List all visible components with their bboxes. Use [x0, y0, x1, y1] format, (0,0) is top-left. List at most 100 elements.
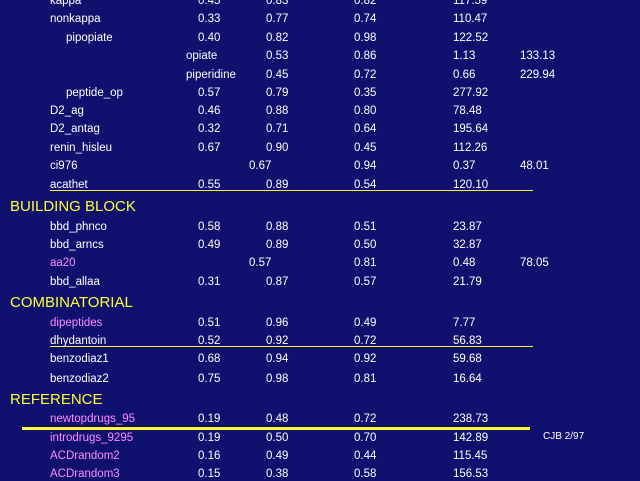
- row-value-4: 122.52: [453, 32, 489, 44]
- row-label: opiate: [186, 50, 218, 62]
- row-label: benzodiaz1: [50, 353, 109, 365]
- row-value-3: 0.92: [354, 353, 377, 365]
- row-value-3: 0.49: [354, 317, 377, 329]
- row-value-4: 21.79: [453, 276, 482, 288]
- row-label: benzodiaz2: [50, 373, 109, 385]
- row-value-4: 7.77: [453, 317, 476, 329]
- row-value-4: 156.53: [453, 468, 489, 480]
- row-value-4: 195.64: [453, 123, 489, 135]
- row-value-2: 0.94: [266, 353, 289, 365]
- row-value-4: 78.48: [453, 105, 482, 117]
- row-value-4: 120.10: [453, 179, 489, 191]
- row-value-5: 48.01: [520, 160, 549, 172]
- row-value-2: 0.48: [266, 413, 289, 425]
- row-value-1: 0.15: [198, 468, 221, 480]
- row-value-3: 0.86: [354, 50, 377, 62]
- row-label: dipeptides: [50, 317, 103, 329]
- row-value-3: 0.81: [354, 257, 377, 269]
- row-value-4: 16.64: [453, 373, 482, 385]
- row-label: kappa: [50, 0, 82, 7]
- row-label: renin_hisleu: [50, 142, 113, 154]
- row-value-1: 0.67: [198, 142, 221, 154]
- row-value-2: 0.77: [266, 13, 289, 25]
- row-value-2: 0.50: [266, 432, 289, 444]
- row-value-4: 1.13: [453, 50, 476, 62]
- divider-reference: [22, 427, 530, 430]
- row-label: aa20: [50, 257, 76, 269]
- row-value-1: 0.16: [198, 450, 221, 462]
- row-value-4: 238.73: [453, 413, 489, 425]
- row-label: acathet: [50, 179, 88, 191]
- row-value-4: 112.26: [453, 142, 488, 154]
- row-value-1: 0.51: [198, 317, 221, 329]
- row-value-2: 0.38: [266, 468, 289, 480]
- row-label: piperidine: [186, 69, 236, 81]
- row-value-3: 0.72: [354, 69, 377, 81]
- row-value-4: 23.87: [453, 221, 482, 233]
- row-value-4: 0.37: [453, 160, 476, 172]
- row-label: introdrugs_9295: [50, 432, 134, 444]
- row-label: bbd_arncs: [50, 239, 104, 251]
- footer-note: CJB 2/97: [543, 431, 585, 442]
- row-value-3: 0.35: [354, 87, 377, 99]
- section-reference: REFERENCE: [10, 391, 103, 408]
- row-value-1: 0.40: [198, 32, 221, 44]
- row-value-1: 0.52: [198, 335, 221, 347]
- row-value-2: 0.89: [266, 239, 289, 251]
- row-value-2: 0.88: [266, 105, 289, 117]
- row-value-4: 117.59: [453, 0, 488, 7]
- row-value-2: 0.87: [266, 276, 289, 288]
- row-value-2: 0.57: [249, 257, 272, 269]
- row-value-3: 0.51: [354, 221, 377, 233]
- row-value-4: 32.87: [453, 239, 482, 251]
- row-value-4: 59.68: [453, 353, 482, 365]
- row-value-3: 0.57: [354, 276, 377, 288]
- row-value-1: 0.19: [198, 432, 221, 444]
- row-value-4: 277.92: [453, 87, 489, 99]
- row-value-2: 0.82: [266, 32, 289, 44]
- row-value-2: 0.49: [266, 450, 289, 462]
- row-value-2: 0.71: [266, 123, 289, 135]
- row-label: ACDrandom2: [50, 450, 120, 462]
- row-label: newtopdrugs_95: [50, 413, 136, 425]
- row-label: D2_antag: [50, 123, 100, 135]
- row-value-5: 78.05: [520, 257, 549, 269]
- row-value-2: 0.88: [266, 221, 289, 233]
- row-value-3: 0.70: [354, 432, 377, 444]
- row-value-4: 115.45: [453, 450, 488, 462]
- row-value-4: 0.48: [453, 257, 476, 269]
- row-value-2: 0.83: [266, 0, 289, 7]
- row-value-1: 0.55: [198, 179, 221, 191]
- row-label: pipopiate: [66, 32, 113, 44]
- row-value-4: 0.66: [453, 69, 476, 81]
- row-value-3: 0.54: [354, 179, 377, 191]
- row-value-1: 0.58: [198, 221, 221, 233]
- row-value-3: 0.82: [354, 0, 377, 7]
- row-value-2: 0.67: [249, 160, 272, 172]
- row-label: peptide_op: [66, 87, 123, 99]
- row-value-3: 0.64: [354, 123, 377, 135]
- row-label: bbd_allaa: [50, 276, 100, 288]
- row-label: ACDrandom3: [50, 468, 120, 480]
- row-value-2: 0.98: [266, 373, 289, 385]
- row-value-4: 142.89: [453, 432, 489, 444]
- row-value-2: 0.53: [266, 50, 289, 62]
- row-value-3: 0.74: [354, 13, 377, 25]
- row-value-3: 0.45: [354, 142, 377, 154]
- section-building-block: BUILDING BLOCK: [10, 198, 136, 215]
- row-value-4: 56.83: [453, 335, 482, 347]
- row-value-3: 0.44: [354, 450, 377, 462]
- row-value-2: 0.90: [266, 142, 289, 154]
- row-value-3: 0.72: [354, 413, 377, 425]
- row-value-1: 0.75: [198, 373, 221, 385]
- row-value-1: 0.68: [198, 353, 221, 365]
- row-value-1: 0.46: [198, 105, 221, 117]
- row-value-3: 0.80: [354, 105, 377, 117]
- row-value-1: 0.33: [198, 13, 221, 25]
- row-value-3: 0.72: [354, 335, 377, 347]
- row-value-5: 133.13: [520, 50, 556, 62]
- row-value-1: 0.32: [198, 123, 221, 135]
- row-value-1: 0.45: [198, 0, 221, 7]
- row-label: bbd_phnco: [50, 221, 107, 233]
- row-value-3: 0.58: [354, 468, 377, 480]
